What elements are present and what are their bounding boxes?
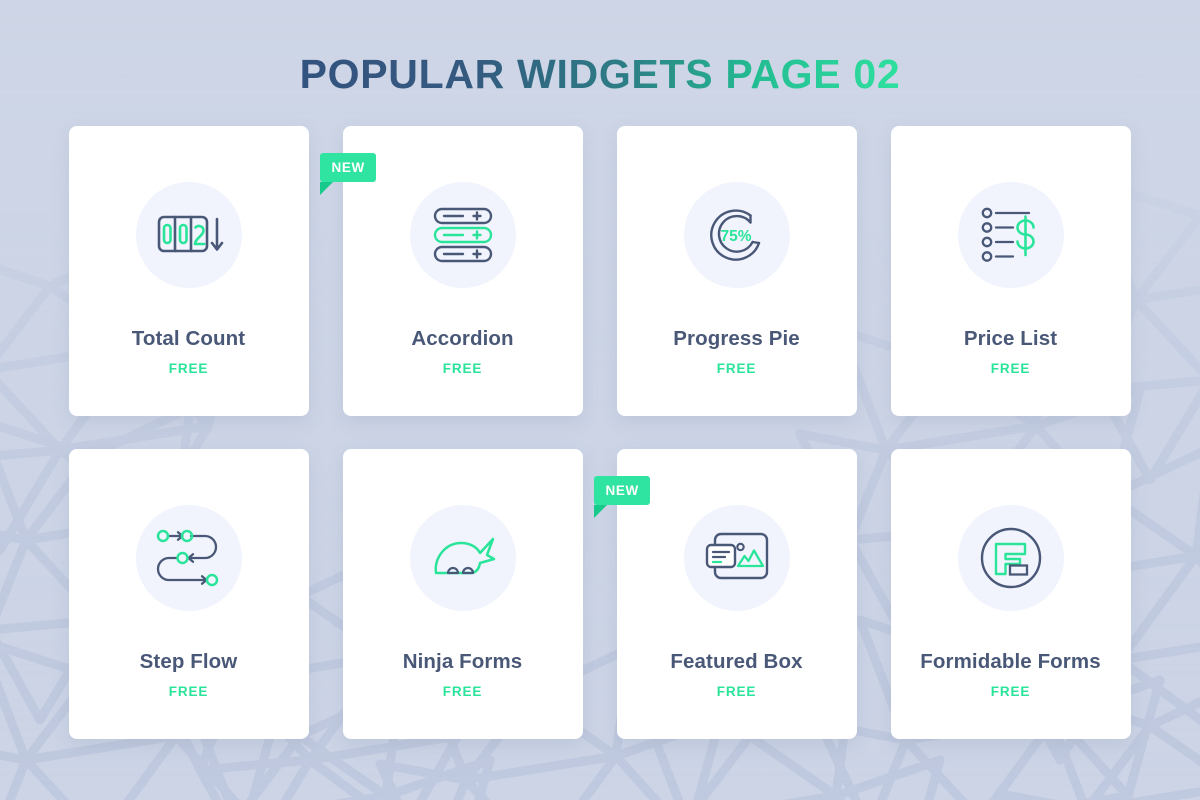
icon-circle: [409, 182, 516, 289]
icon-circle: [957, 505, 1064, 612]
card-title: Formidable Forms: [920, 650, 1101, 674]
price-list-dollar-icon: [981, 207, 1035, 262]
icon-circle: [135, 505, 242, 612]
card-title: Featured Box: [670, 650, 803, 674]
new-badge-label: NEW: [331, 159, 365, 175]
new-badge: NEW: [593, 476, 650, 519]
page-root: POPULAR WIDGETS PAGE 02 Total Count FREE…: [0, 0, 1200, 800]
widget-card-grid: Total Count FREE NEW Accordion FREE 75% …: [68, 97, 1132, 740]
ninja-mask-icon: [434, 537, 495, 575]
progress-pie-value: 75%: [720, 228, 751, 245]
widget-card-featured-box[interactable]: NEW Featured Box FREE: [593, 449, 857, 740]
page-title: POPULAR WIDGETS PAGE 02: [299, 51, 901, 97]
widget-card-ninja-forms[interactable]: Ninja Forms FREE: [342, 449, 583, 740]
card-price: FREE: [990, 683, 1031, 699]
featured-box-image-icon: [705, 532, 768, 580]
formidable-f-icon: [980, 527, 1041, 589]
new-badge: NEW: [319, 153, 376, 196]
card-title: Progress Pie: [673, 327, 800, 351]
card-price: FREE: [442, 360, 483, 376]
widget-card-total-count[interactable]: Total Count FREE: [68, 126, 309, 417]
new-badge-label: NEW: [605, 482, 639, 498]
accordion-icon: [433, 207, 492, 263]
card-title: Accordion: [411, 327, 514, 351]
widget-card-accordion[interactable]: NEW Accordion FREE: [319, 126, 583, 417]
icon-circle: [683, 505, 790, 612]
card-title: Total Count: [131, 327, 246, 351]
card-price: FREE: [716, 360, 757, 376]
widget-card-formidable-forms[interactable]: Formidable Forms FREE: [890, 449, 1131, 740]
card-title: Price List: [963, 327, 1058, 351]
progress-pie-icon: 75%: [709, 209, 760, 261]
icon-circle: [409, 505, 516, 612]
widget-card-step-flow[interactable]: Step Flow FREE: [68, 449, 309, 740]
icon-circle: 75%: [683, 182, 790, 289]
card-price: FREE: [442, 683, 483, 699]
page-header: POPULAR WIDGETS PAGE 02: [0, 0, 1200, 97]
icon-circle: [135, 182, 242, 289]
counter-icon: [157, 215, 223, 253]
card-price: FREE: [716, 683, 757, 699]
card-title: Step Flow: [139, 650, 238, 674]
card-price: FREE: [168, 683, 209, 699]
step-flow-icon: [156, 529, 218, 587]
widget-card-price-list[interactable]: Price List FREE: [890, 126, 1131, 417]
card-title: Ninja Forms: [402, 650, 523, 674]
card-price: FREE: [168, 360, 209, 376]
icon-circle: [957, 182, 1064, 289]
card-price: FREE: [990, 360, 1031, 376]
widget-card-progress-pie[interactable]: 75% Progress Pie FREE: [616, 126, 857, 417]
